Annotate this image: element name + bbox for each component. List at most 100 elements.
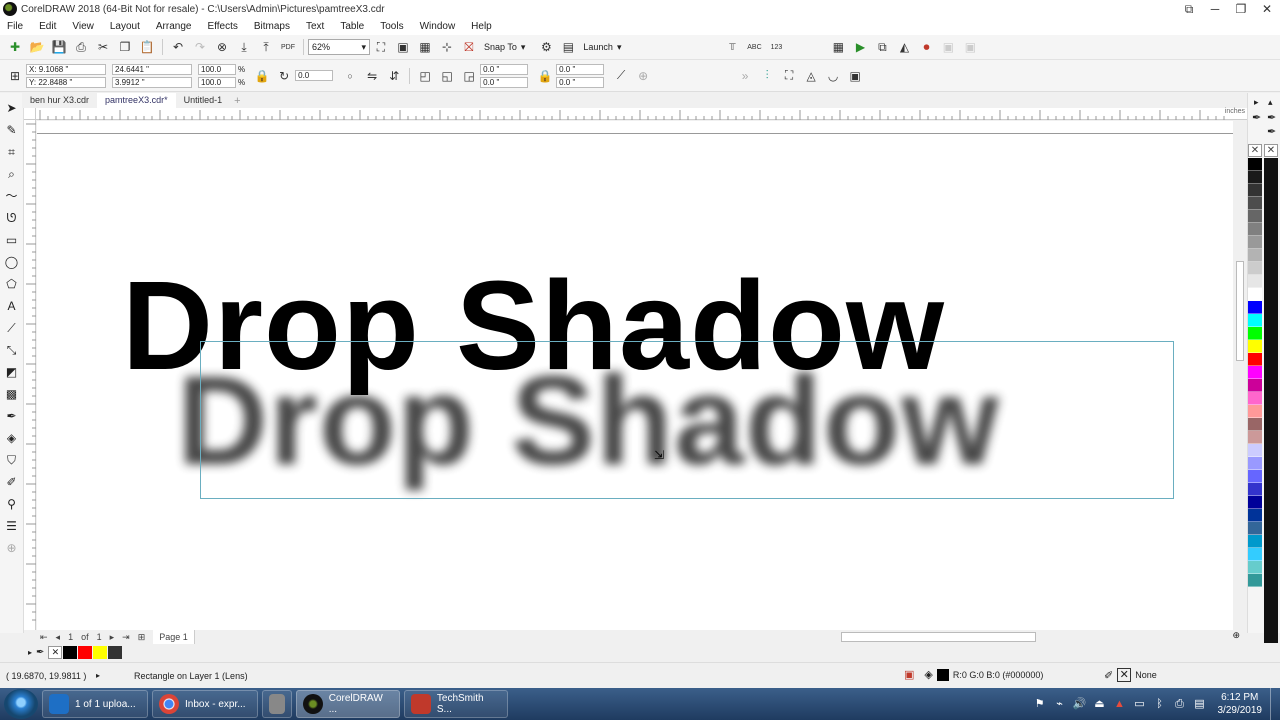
record-macro-icon[interactable]: ⏺ xyxy=(917,38,935,56)
palette-swatch[interactable] xyxy=(1248,210,1262,223)
convert-to-curves-icon[interactable]: ▣ xyxy=(846,67,864,85)
print-icon[interactable]: ⎙ xyxy=(72,38,90,56)
parallel-dimension-icon[interactable]: ⟋ xyxy=(3,319,21,337)
x-position-field[interactable]: X: 9.1068 " xyxy=(26,63,106,75)
palette-swatch[interactable] xyxy=(1248,457,1262,470)
mirror-horizontal-icon[interactable]: ⇋ xyxy=(363,67,381,85)
eyedropper-tool-icon[interactable]: ✒ xyxy=(3,407,21,425)
secondary-palette[interactable] xyxy=(1264,158,1278,643)
menu-layout[interactable]: Layout xyxy=(105,21,145,32)
eyedropper-icon[interactable]: ✒ xyxy=(1267,111,1276,124)
macro-editor-icon[interactable]: ⧉ xyxy=(873,38,891,56)
pick-tool-icon[interactable]: ➤ xyxy=(3,99,21,117)
menu-bitmaps[interactable]: Bitmaps xyxy=(249,21,295,32)
taskbar-chrome[interactable]: Inbox - expr... xyxy=(152,690,258,718)
usb-icon[interactable]: ⏏ xyxy=(1093,697,1107,711)
eyedropper-icon[interactable]: ✒ xyxy=(36,647,44,658)
publish-pdf-icon[interactable]: PDF xyxy=(279,38,297,56)
palette-swatch[interactable] xyxy=(1248,405,1262,418)
to-back-icon[interactable]: ◡ xyxy=(824,67,842,85)
eyedropper-icon[interactable]: ✒ xyxy=(1267,125,1276,138)
numbers-icon[interactable]: 123 xyxy=(767,38,785,56)
palette-swatch[interactable] xyxy=(1248,249,1262,262)
table-icon[interactable]: ▦ xyxy=(829,38,847,56)
polygon-tool-icon[interactable]: ⬠ xyxy=(3,275,21,293)
palette-scroll-up-icon[interactable]: ▸ xyxy=(1254,97,1259,108)
add-tool-icon[interactable]: ⊕ xyxy=(3,539,21,557)
first-page-icon[interactable]: ⇤ xyxy=(40,632,48,643)
text-tool-icon[interactable]: A xyxy=(3,297,21,315)
align-tool-icon[interactable]: ☰ xyxy=(3,517,21,535)
vertical-scrollbar[interactable] xyxy=(1233,121,1247,630)
wrap-text-icon[interactable]: ⫶ xyxy=(758,67,776,85)
application-launcher-icon[interactable]: ▤ xyxy=(559,38,577,56)
taskbar-ie[interactable]: 1 of 1 uploa... xyxy=(42,690,148,718)
bluetooth-icon[interactable]: ᛒ xyxy=(1153,697,1167,711)
corner-radius-top-left[interactable]: 0.0 " xyxy=(480,63,529,75)
fill-bucket-icon[interactable]: ◈ xyxy=(924,668,932,681)
freehand-tool-icon[interactable]: 〜 xyxy=(3,187,21,205)
taskbar-techsmith[interactable]: TechSmith S... xyxy=(404,690,508,718)
outline-pen-icon[interactable]: ✐ xyxy=(1104,669,1113,682)
palette-swatch[interactable] xyxy=(1248,314,1262,327)
palette-swatch[interactable] xyxy=(1248,353,1262,366)
round-corner-icon[interactable]: ◰ xyxy=(416,67,434,85)
action-center-flag-icon[interactable]: ⚑ xyxy=(1033,697,1047,711)
horizontal-scroll-thumb[interactable] xyxy=(841,632,1036,642)
menu-table[interactable]: Table xyxy=(335,21,369,32)
expand-toolbar-icon[interactable]: » xyxy=(736,67,754,85)
lock-ratio-icon[interactable]: 🔒 xyxy=(253,67,271,85)
undo-icon[interactable]: ↶ xyxy=(169,38,187,56)
smart-fill-icon[interactable]: ⛉ xyxy=(3,451,21,469)
menu-help[interactable]: Help xyxy=(466,21,497,32)
network-icon[interactable]: ⌁ xyxy=(1053,697,1067,711)
expand-status-icon[interactable]: ▸ xyxy=(96,671,100,680)
palette-swatch[interactable] xyxy=(1248,262,1262,275)
crop-tool-icon[interactable]: ⌗ xyxy=(3,143,21,161)
taskbar-coreldraw[interactable]: CorelDRAW ... xyxy=(296,690,400,718)
drive-icon[interactable]: ▤ xyxy=(1193,697,1207,711)
vertical-ruler[interactable] xyxy=(24,120,36,630)
search-content-icon[interactable]: ⊗ xyxy=(213,38,231,56)
palette-swatch[interactable] xyxy=(1248,561,1262,574)
height-field[interactable]: 3.9912 " xyxy=(112,76,192,88)
to-front-icon[interactable]: ◬ xyxy=(802,67,820,85)
palette-swatch[interactable] xyxy=(1248,522,1262,535)
palette-swatch[interactable] xyxy=(1248,171,1262,184)
lens-rectangle[interactable] xyxy=(200,341,1174,499)
chamfer-corner-icon[interactable]: ◲ xyxy=(460,67,478,85)
tab-pamtree[interactable]: pamtreeX3.cdr* xyxy=(97,93,176,108)
menu-view[interactable]: View xyxy=(67,21,99,32)
scale-height-field[interactable]: 100.0 xyxy=(198,76,236,88)
zoom-tool-icon[interactable]: ⌕ xyxy=(3,165,21,183)
spell-check-icon[interactable]: ABC xyxy=(745,38,763,56)
relative-scaling-icon[interactable]: ⟋ xyxy=(612,67,630,85)
connector-tool-icon[interactable]: ⤡ xyxy=(3,341,21,359)
show-desktop-button[interactable] xyxy=(1270,688,1280,720)
redo-icon[interactable]: ↷ xyxy=(191,38,209,56)
start-button[interactable] xyxy=(4,689,38,719)
palette-swatch[interactable] xyxy=(1248,418,1262,431)
horizontal-ruler[interactable]: inches xyxy=(36,108,1247,120)
palette-swatch[interactable] xyxy=(1248,158,1262,171)
snap-to-dropdown[interactable]: Snap To xyxy=(484,42,517,52)
page-tab[interactable]: Page 1 xyxy=(153,630,195,644)
no-color-swatch[interactable]: ✕ xyxy=(1264,144,1278,157)
palette-swatch[interactable] xyxy=(1248,548,1262,561)
palette-swatch[interactable] xyxy=(1248,236,1262,249)
import-icon[interactable]: ⤓ xyxy=(235,38,253,56)
menu-effects[interactable]: Effects xyxy=(202,21,242,32)
document-palette-swatch[interactable] xyxy=(78,645,93,659)
fill-color-chip[interactable] xyxy=(936,668,949,681)
macro-manager-icon[interactable]: ▣ xyxy=(939,38,957,56)
clock[interactable]: 6:12 PM 3/29/2019 xyxy=(1218,691,1263,717)
object-origin-icon[interactable]: ⊞ xyxy=(6,67,24,85)
maximize-button[interactable]: ❐ xyxy=(1228,0,1254,18)
corner-radius-top-right[interactable]: 0.0 " xyxy=(556,63,605,75)
color-eyedropper-icon[interactable]: ⚲ xyxy=(3,495,21,513)
palette-swatch[interactable] xyxy=(1248,444,1262,457)
paste-icon[interactable]: 📋 xyxy=(138,38,156,56)
add-page-icon[interactable]: ⊞ xyxy=(138,632,146,643)
document-palette-swatch[interactable] xyxy=(93,645,108,659)
scale-width-field[interactable]: 100.0 xyxy=(198,63,236,75)
